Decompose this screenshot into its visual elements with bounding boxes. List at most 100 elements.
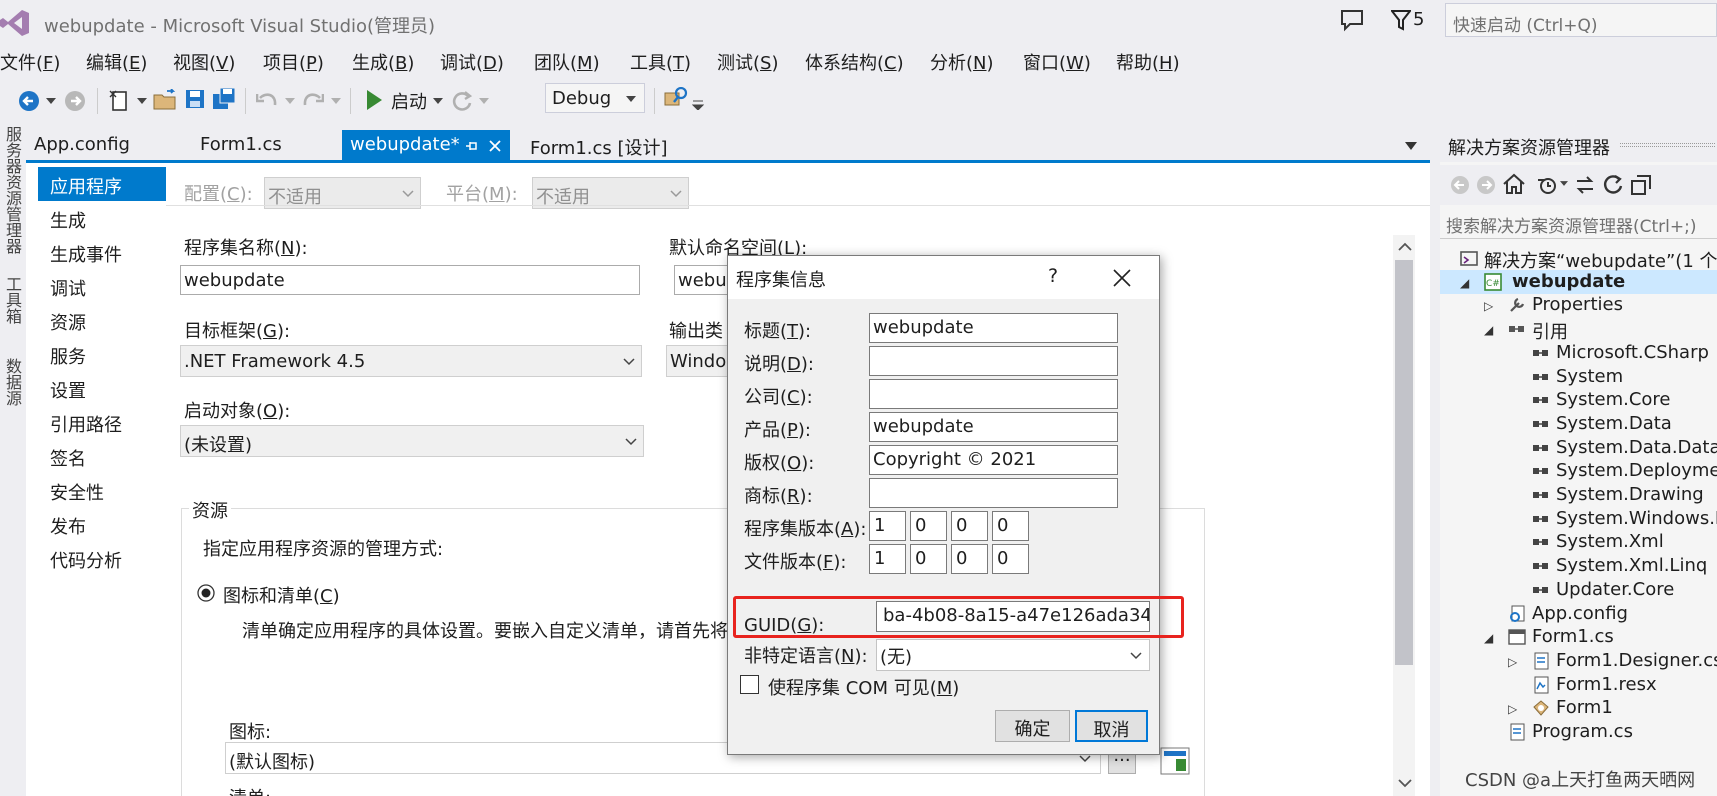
file-version-part-1[interactable]: 1 xyxy=(869,544,906,574)
assembly-version-part-1[interactable]: 1 xyxy=(869,511,906,541)
scroll-down-icon[interactable] xyxy=(1398,778,1412,788)
help-button[interactable]: ? xyxy=(1048,265,1058,287)
tree-item[interactable]: System xyxy=(1556,366,1623,387)
back-icon[interactable] xyxy=(1450,175,1470,195)
navigate-forward-icon[interactable] xyxy=(64,90,86,112)
start-label[interactable]: 启动 xyxy=(391,88,427,114)
notification-icon[interactable] xyxy=(1339,7,1365,33)
new-dropdown-icon[interactable] xyxy=(137,98,147,104)
menu-item-w[interactable]: 窗口(W) xyxy=(1023,49,1091,75)
ok-button[interactable]: 确定 xyxy=(995,710,1070,742)
close-icon[interactable] xyxy=(1113,269,1131,287)
history-dropdown-icon[interactable] xyxy=(1560,181,1568,186)
field-input-d[interactable] xyxy=(869,346,1118,376)
collapse-arrow-icon[interactable]: ◢ xyxy=(1460,276,1469,290)
nav-item-9[interactable]: 安全性 xyxy=(38,473,166,507)
tree-item[interactable]: Updater.Core xyxy=(1556,579,1674,600)
startup-object-select[interactable]: (未设置) xyxy=(180,425,644,457)
tree-item[interactable]: System.Deployment xyxy=(1556,460,1717,481)
tree-item[interactable]: Form1.resx xyxy=(1556,674,1657,695)
solution-explorer-search[interactable]: 搜索解决方案资源管理器(Ctrl+;) xyxy=(1440,205,1717,239)
assembly-name-input[interactable]: webupdate xyxy=(180,265,640,295)
tab-app-config[interactable]: App.config xyxy=(26,130,138,160)
tree-item[interactable]: System.Core xyxy=(1556,389,1671,410)
restart-dropdown-icon[interactable] xyxy=(479,98,489,104)
field-input-o[interactable]: Copyright © 2021 xyxy=(869,445,1118,475)
nav-item-4[interactable]: 资源 xyxy=(38,303,166,337)
tree-item[interactable]: System.Windows.Forms xyxy=(1556,508,1717,529)
file-version-part-4[interactable]: 0 xyxy=(992,544,1029,574)
tree-item[interactable]: Form1 xyxy=(1556,697,1613,718)
redo-icon[interactable] xyxy=(302,90,324,110)
cancel-button[interactable]: 取消 xyxy=(1075,710,1148,742)
menu-item-h[interactable]: 帮助(H) xyxy=(1116,49,1180,75)
data-sources-tab[interactable]: 数据源 xyxy=(0,358,24,406)
start-debug-icon[interactable] xyxy=(365,89,383,111)
tree-item[interactable]: System.Xml xyxy=(1556,531,1664,552)
menu-item-p[interactable]: 项目(P) xyxy=(263,49,324,75)
tree-item[interactable]: App.config xyxy=(1532,603,1628,624)
menu-item-v[interactable]: 视图(V) xyxy=(173,49,235,75)
target-framework-select[interactable]: .NET Framework 4.5 xyxy=(180,345,642,377)
tree-item[interactable]: Form1.cs xyxy=(1532,626,1614,647)
save-all-icon[interactable] xyxy=(212,87,236,111)
toolbox-tab[interactable]: 工具箱 xyxy=(0,276,24,324)
nav-item-10[interactable]: 发布 xyxy=(38,507,166,541)
nav-item-11[interactable]: 代码分析 xyxy=(38,541,166,575)
home-icon[interactable] xyxy=(1502,173,1526,195)
undo-icon[interactable] xyxy=(256,90,278,110)
neutral-language-select[interactable]: (无) xyxy=(876,639,1150,671)
pin-icon[interactable] xyxy=(466,140,478,152)
scroll-up-icon[interactable] xyxy=(1398,242,1412,252)
history-icon[interactable] xyxy=(1536,175,1558,195)
undo-dropdown-icon[interactable] xyxy=(285,98,295,104)
tree-item[interactable]: System.Data.DataSetExtensions xyxy=(1556,437,1717,458)
field-input-r[interactable] xyxy=(869,478,1118,508)
tree-item[interactable]: System.Xml.Linq xyxy=(1556,555,1707,576)
close-tab-icon[interactable] xyxy=(488,139,502,153)
restart-icon[interactable] xyxy=(451,90,473,112)
assembly-version-part-3[interactable]: 0 xyxy=(951,511,988,541)
file-version-part-2[interactable]: 0 xyxy=(910,544,947,574)
default-namespace-input[interactable]: webu xyxy=(674,265,734,295)
menu-item-s[interactable]: 测试(S) xyxy=(717,49,779,75)
tab-overflow-icon[interactable] xyxy=(1405,142,1417,150)
tab-form1-design[interactable]: Form1.cs [设计] xyxy=(522,130,676,160)
assembly-version-part-2[interactable]: 0 xyxy=(910,511,947,541)
nav-item-1[interactable]: 生成 xyxy=(38,201,166,235)
field-input-p[interactable]: webupdate xyxy=(869,412,1118,442)
collapse-arrow-icon[interactable]: ◢ xyxy=(1484,631,1493,645)
menu-item-e[interactable]: 编辑(E) xyxy=(86,49,147,75)
tree-item[interactable]: Program.cs xyxy=(1532,721,1633,742)
find-in-files-icon[interactable] xyxy=(664,87,688,113)
toolbar-options-icon[interactable] xyxy=(692,100,704,110)
scrollbar-thumb[interactable] xyxy=(1395,260,1413,665)
expand-arrow-icon[interactable]: ▷ xyxy=(1508,702,1517,716)
feedback-filter-icon[interactable] xyxy=(1391,9,1411,31)
new-project-icon[interactable] xyxy=(108,89,130,113)
nav-item-6[interactable]: 设置 xyxy=(38,371,166,405)
menu-item-f[interactable]: 文件(F) xyxy=(0,49,60,75)
com-visible-checkbox[interactable] xyxy=(740,675,759,694)
nav-item-3[interactable]: 调试 xyxy=(38,269,166,303)
expand-arrow-icon[interactable]: ▷ xyxy=(1508,655,1517,669)
tree-item[interactable]: Microsoft.CSharp xyxy=(1556,342,1709,363)
save-icon[interactable] xyxy=(185,89,205,109)
field-input-t[interactable]: webupdate xyxy=(869,313,1118,343)
assembly-version-part-4[interactable]: 0 xyxy=(992,511,1029,541)
server-explorer-tab[interactable]: 服务器资源管理器 xyxy=(0,126,24,254)
file-version-part-3[interactable]: 0 xyxy=(951,544,988,574)
tree-item[interactable]: Properties xyxy=(1532,294,1623,315)
collapse-all-icon[interactable] xyxy=(1630,174,1652,196)
menu-item-b[interactable]: 生成(B) xyxy=(352,49,414,75)
nav-item-2[interactable]: 生成事件 xyxy=(38,235,166,269)
navigate-back-icon[interactable] xyxy=(18,90,40,112)
tab-webupdate[interactable]: webupdate* xyxy=(342,130,510,160)
tab-form1-cs[interactable]: Form1.cs xyxy=(192,130,290,160)
field-input-c[interactable] xyxy=(869,379,1118,409)
menu-item-t[interactable]: 工具(T) xyxy=(630,49,691,75)
icon-manifest-radio[interactable] xyxy=(197,584,215,602)
tree-item[interactable]: System.Drawing xyxy=(1556,484,1704,505)
redo-dropdown-icon[interactable] xyxy=(331,98,341,104)
sync-icon[interactable] xyxy=(1575,175,1595,195)
